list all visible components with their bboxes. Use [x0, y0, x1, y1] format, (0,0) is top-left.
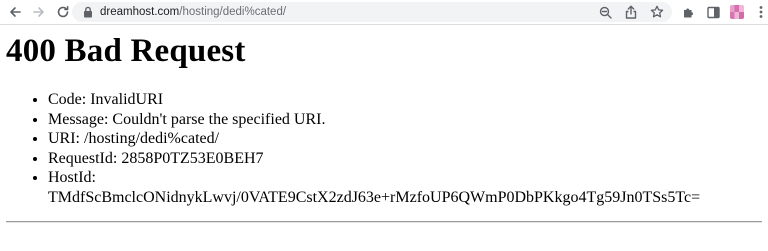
- host-id-item: HostId: TMdfScBmclcONidnykLwvj/0VATE9Cst…: [48, 168, 700, 207]
- profile-avatar[interactable]: [730, 5, 744, 19]
- error-uri-item: URI: /hosting/dedi%cated/: [48, 129, 700, 149]
- browser-toolbar: dreamhost.com/hosting/dedi%cated/: [0, 0, 768, 24]
- toolbar-right-actions: [682, 4, 768, 20]
- arrow-left-icon: [10, 7, 21, 17]
- back-button[interactable]: [4, 1, 26, 23]
- host-id-value: TMdfScBmclcONidnykLwvj/0VATE9CstX2zdJ63e…: [48, 188, 701, 206]
- request-id-item: RequestId: 2858P0TZ53E0BEH7: [48, 149, 700, 169]
- host-id-label: HostId:: [48, 169, 96, 186]
- error-message-item: Message: Couldn't parse the specified UR…: [48, 110, 700, 130]
- reload-button[interactable]: [52, 1, 74, 23]
- page-title: 400 Bad Request: [6, 33, 246, 69]
- url-host: dreamhost.com: [100, 6, 180, 18]
- arrow-right-icon: [33, 7, 44, 17]
- forward-button[interactable]: [28, 1, 50, 23]
- lock-icon[interactable]: [82, 5, 94, 19]
- kebab-menu-icon[interactable]: [754, 4, 768, 20]
- puzzle-icon[interactable]: [682, 4, 696, 20]
- horizontal-rule: [6, 221, 762, 223]
- error-details-list: Code: InvalidURI Message: Couldn't parse…: [14, 90, 700, 207]
- url-path: /hosting/dedi%cated/: [179, 6, 287, 18]
- star-icon[interactable]: [650, 4, 664, 20]
- toolbar-divider: [0, 24, 768, 25]
- sidepanel-icon[interactable]: [706, 4, 720, 20]
- share-icon[interactable]: [624, 4, 638, 20]
- address-bar-actions: [598, 4, 664, 20]
- url-text[interactable]: dreamhost.com/hosting/dedi%cated/: [100, 6, 286, 18]
- zoom-icon[interactable]: [598, 4, 612, 20]
- address-bar[interactable]: dreamhost.com/hosting/dedi%cated/: [72, 2, 672, 22]
- error-code-item: Code: InvalidURI: [48, 90, 700, 110]
- reload-icon: [57, 6, 69, 18]
